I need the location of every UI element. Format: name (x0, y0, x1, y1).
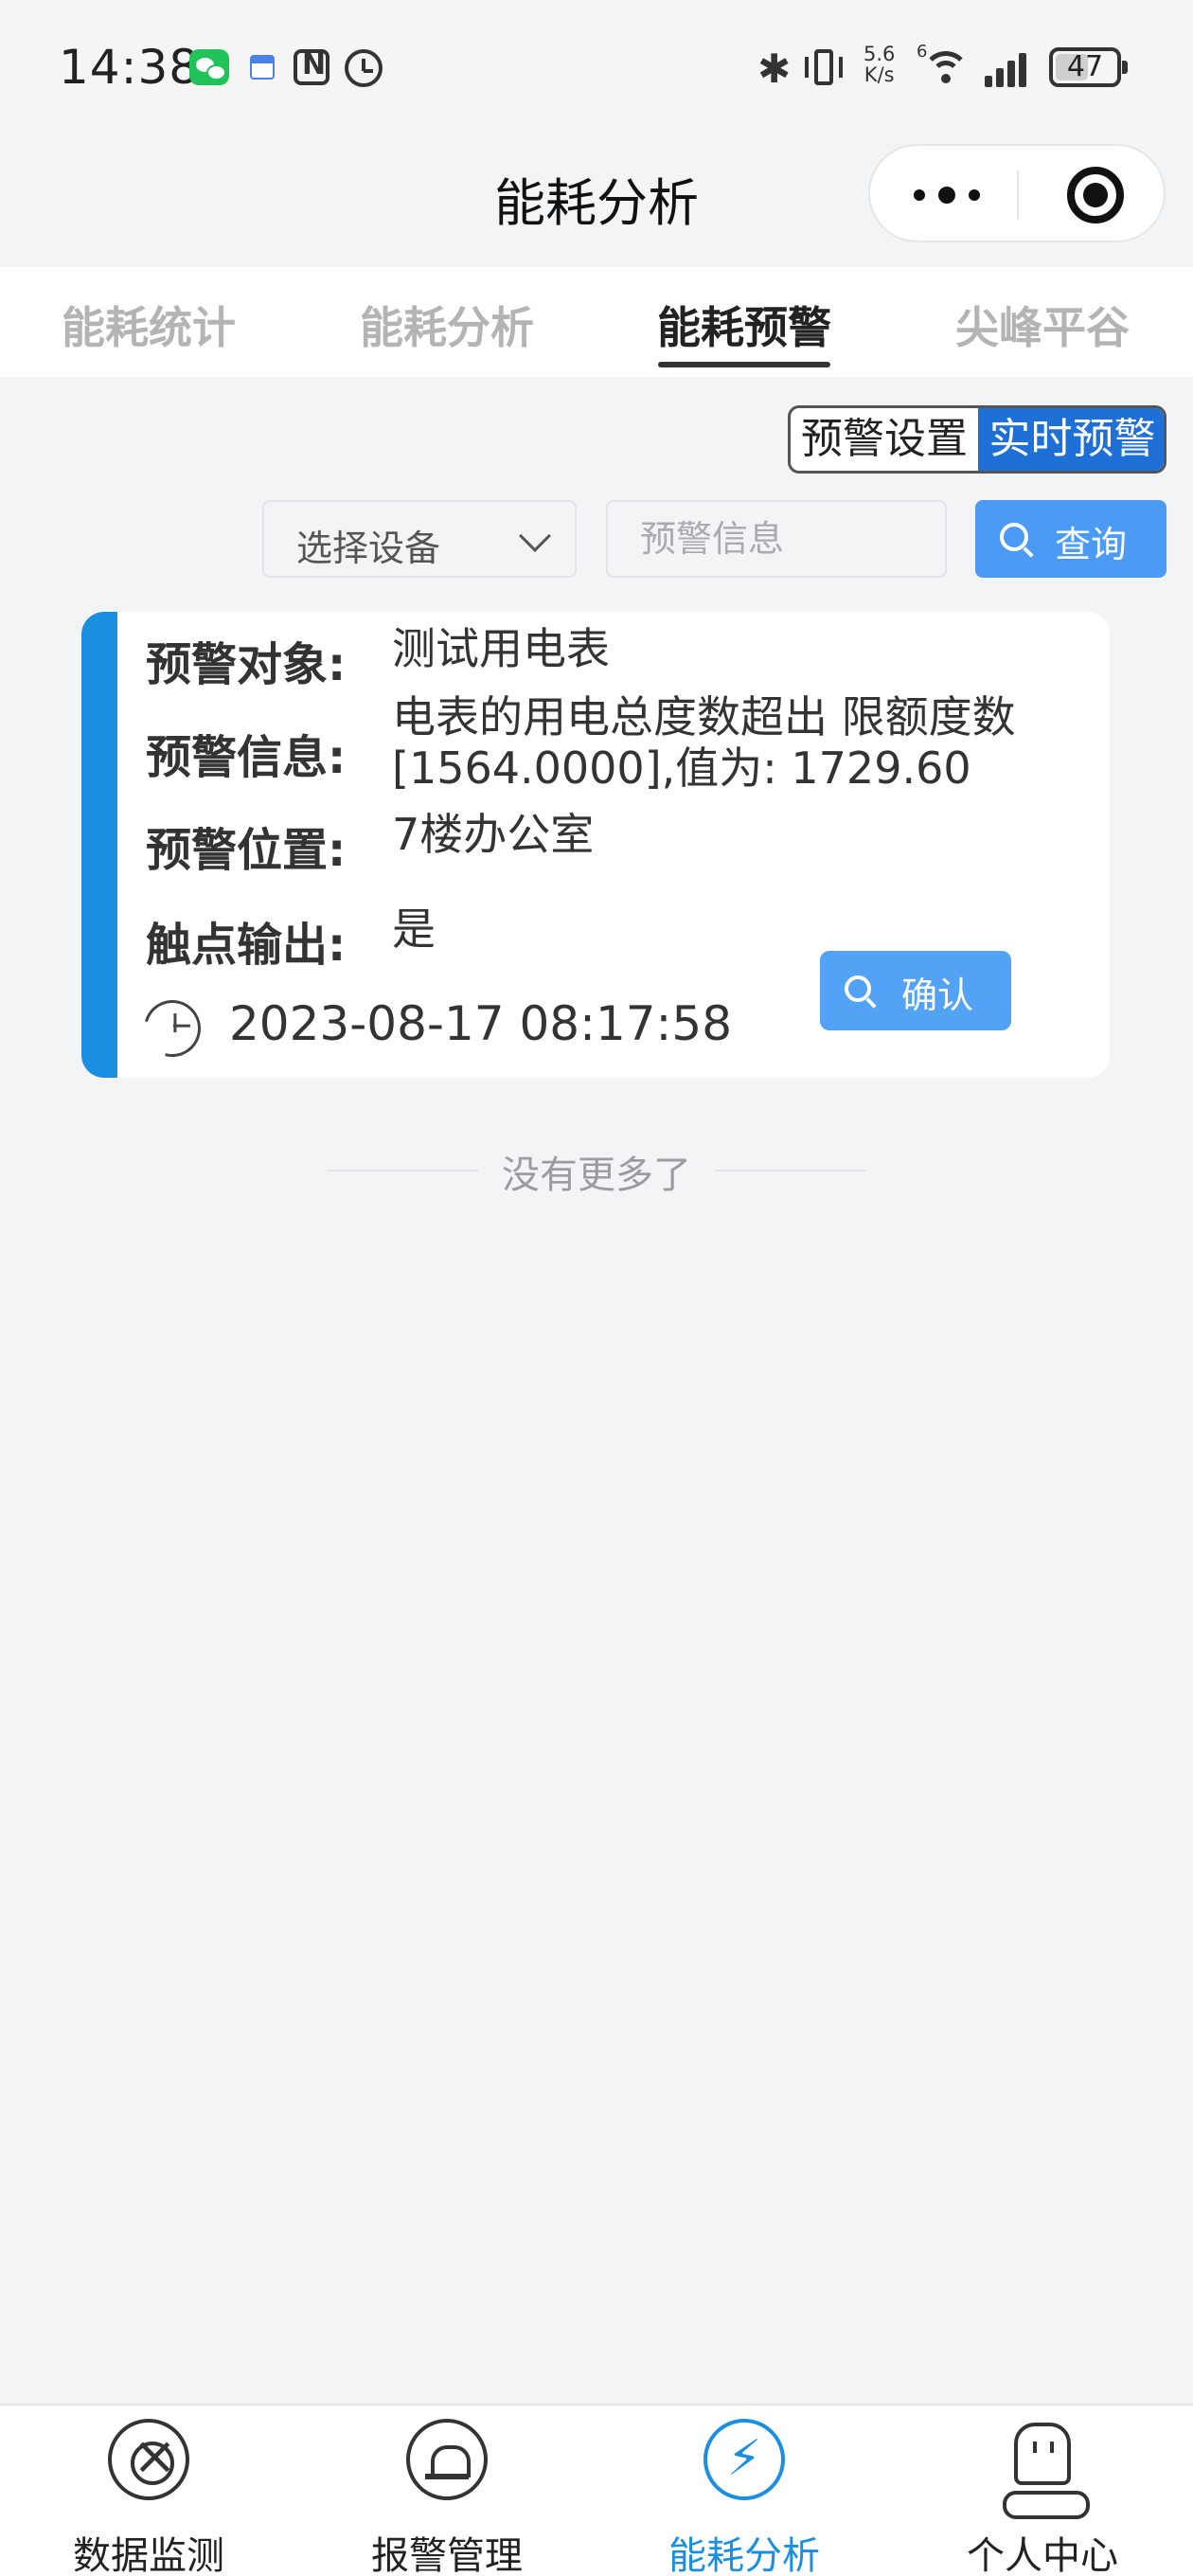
network-speed: 5.6 K/s (864, 44, 895, 85)
tab-energy-analysis[interactable]: 能耗分析 (352, 294, 542, 356)
wifi-label: 6 (917, 42, 928, 62)
list-end-text: 没有更多了 (502, 1154, 691, 1197)
alert-location-label: 预警位置: (146, 824, 347, 877)
confirm-button-label: 确认 (901, 975, 974, 1016)
screen: 14:38 ✱ 5.6 K/s 6 47 能耗分析 (0, 0, 1193, 2576)
tab-peak-valley[interactable]: 尖峰平谷 (948, 294, 1137, 356)
search-icon (1000, 523, 1028, 551)
alert-contact-value: 是 (392, 903, 436, 955)
alert-contact-label: 触点输出: (146, 919, 347, 972)
battery-level: 47 (1066, 50, 1104, 83)
bottom-tab-label: 个人中心 (967, 2534, 1118, 2576)
network-speed-unit: K/s (864, 63, 895, 86)
query-button-label: 查询 (1055, 524, 1128, 565)
signal-icon (985, 49, 1036, 87)
bottom-tab-label: 能耗分析 (668, 2534, 820, 2576)
active-tab-indicator (658, 362, 830, 367)
wifi-icon: 6 (917, 42, 973, 89)
alert-card: 预警对象: 测试用电表 预警信息: 电表的用电总度数超出 限额度数[1564.0… (81, 612, 1110, 1078)
search-icon (845, 975, 871, 1002)
alert-info-label: 预警信息: (146, 731, 347, 784)
status-bar: 14:38 ✱ 5.6 K/s 6 47 (0, 0, 1193, 137)
warning-settings-button[interactable]: 预警设置 (791, 408, 978, 471)
clock-icon (134, 990, 211, 1067)
calendar-icon (250, 55, 275, 80)
alarm-clock-icon (345, 49, 383, 87)
user-icon (1003, 2423, 1090, 2519)
alert-time: 2023-08-17 08:17:58 (229, 996, 733, 1051)
tab-energy-statistics[interactable]: 能耗统计 (54, 294, 243, 356)
close-miniprogram-icon[interactable] (1067, 167, 1124, 224)
network-speed-value: 5.6 (864, 43, 896, 65)
bottom-tab-label: 报警管理 (371, 2534, 523, 2576)
wechat-icon (189, 49, 229, 85)
tab-energy-warning[interactable]: 能耗预警 (650, 294, 839, 356)
chevron-down-icon (519, 520, 551, 552)
more-icon[interactable] (914, 186, 980, 205)
bottom-tabbar: 数据监测 报警管理 能耗分析 个人中心 (0, 2404, 1193, 2576)
bluetooth-icon: ✱ (757, 45, 792, 92)
top-tabs: 能耗统计 能耗分析 能耗预警 尖峰平谷 (0, 267, 1193, 377)
alert-info-value: 电表的用电总度数超出 限额度数[1564.0000],值为: 1729.60 (392, 691, 1016, 794)
query-button[interactable]: 查询 (975, 500, 1166, 578)
alert-object-label: 预警对象: (146, 638, 347, 691)
warning-mode-toggle: 预警设置 实时预警 (788, 405, 1166, 474)
warning-info-input[interactable] (606, 500, 947, 578)
bottom-tab-label: 数据监测 (73, 2534, 224, 2576)
realtime-warning-button[interactable]: 实时预警 (978, 408, 1164, 471)
list-end: 没有更多了 (0, 1144, 1193, 1199)
siren-icon (406, 2419, 488, 2500)
miniprogram-capsule (868, 144, 1166, 242)
confirm-button[interactable]: 确认 (820, 951, 1011, 1030)
nfc-icon (294, 48, 329, 85)
alert-object-value: 测试用电表 (392, 623, 610, 674)
status-time: 14:38 (59, 40, 201, 95)
vibrate-icon (803, 47, 845, 87)
device-select[interactable]: 选择设备 (262, 500, 577, 578)
bolt-icon (703, 2419, 785, 2500)
battery-icon: 47 (1049, 47, 1128, 87)
card-accent-bar (81, 612, 117, 1078)
alert-location-value: 7楼办公室 (392, 809, 595, 860)
radar-icon (108, 2419, 189, 2500)
device-select-value: 选择设备 (296, 528, 441, 569)
